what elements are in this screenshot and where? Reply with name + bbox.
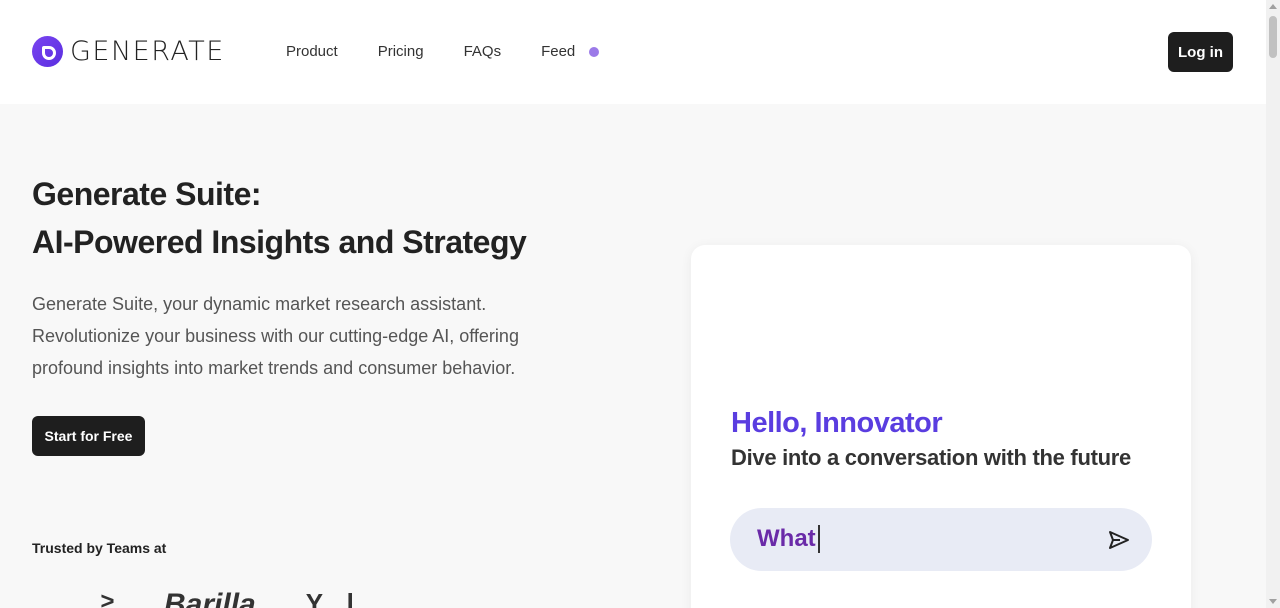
chat-greeting: Hello, Innovator (731, 407, 943, 439)
scroll-down-arrow-icon[interactable] (1269, 599, 1277, 604)
generate-logo-icon (32, 36, 63, 67)
logo-text: GENERATE (70, 36, 225, 67)
nav-item-feed[interactable]: Feed (541, 43, 600, 60)
login-button[interactable]: Log in (1168, 32, 1233, 72)
send-icon[interactable] (1108, 530, 1130, 550)
nav-item-feed-label: Feed (541, 43, 576, 60)
hero-description: Generate Suite, your dynamic market rese… (32, 294, 519, 378)
status-dot-icon (589, 46, 600, 57)
title-line-2: AI-Powered Insights and Strategy (32, 224, 527, 260)
page-title: Generate Suite: AI-Powered Insights and … (32, 170, 527, 266)
page-scrollbar[interactable] (1266, 0, 1280, 608)
brand-logo-1: > (100, 588, 115, 608)
site-header: GENERATE Product Pricing FAQs Feed Log i… (0, 0, 1266, 104)
scroll-thumb[interactable] (1269, 16, 1277, 58)
nav-item-pricing[interactable]: Pricing (378, 43, 424, 60)
chat-input-text: What (757, 525, 820, 553)
trusted-heading: Trusted by Teams at (32, 540, 167, 556)
chat-input[interactable]: What (730, 508, 1152, 571)
nav-item-product[interactable]: Product (286, 43, 338, 60)
nav-item-faqs[interactable]: FAQs (464, 43, 502, 60)
title-line-1: Generate Suite: (32, 176, 262, 212)
chat-card: Hello, Innovator Dive into a conversatio… (691, 245, 1191, 608)
logo[interactable]: GENERATE (32, 36, 225, 67)
brand-logos: > Barilla Y..l.. (100, 588, 430, 608)
scroll-up-arrow-icon[interactable] (1269, 4, 1277, 9)
brand-logo-3: Y..l.. (305, 588, 381, 608)
main-nav: Product Pricing FAQs Feed (286, 43, 639, 60)
chat-subtitle: Dive into a conversation with the future (731, 445, 1131, 470)
brand-logo-barilla: Barilla (164, 588, 256, 608)
start-free-button[interactable]: Start for Free (32, 416, 145, 456)
